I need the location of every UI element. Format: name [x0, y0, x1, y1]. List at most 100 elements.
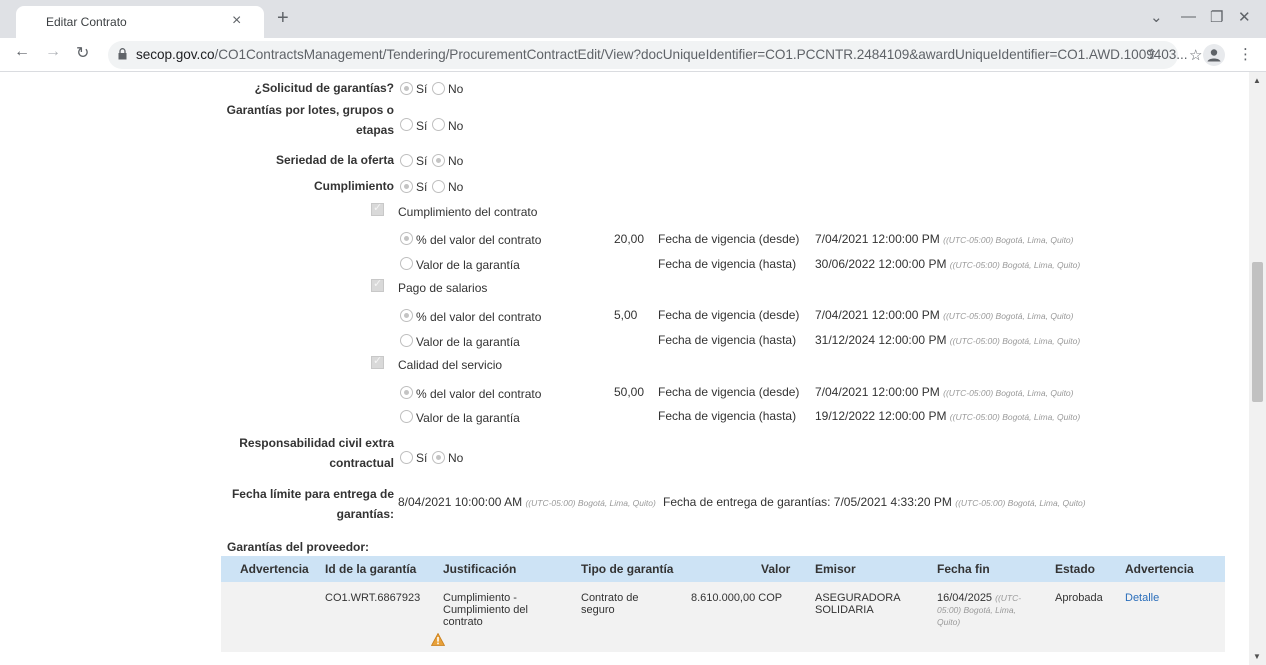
seriedad-no-radio[interactable] — [432, 154, 445, 167]
cumplimiento-no-radio[interactable] — [432, 180, 445, 193]
amparo-checkbox-cumplimiento[interactable] — [371, 201, 384, 216]
percent-value: 20,00 — [614, 232, 645, 246]
amparo-name: Calidad del servicio — [398, 358, 503, 372]
opt-si-label: Sí — [416, 180, 428, 194]
solicitud-no-radio[interactable] — [432, 82, 445, 95]
cumplimiento-si-radio[interactable] — [400, 180, 413, 193]
amparo-checkbox-salarios[interactable] — [371, 277, 384, 292]
pct-radio[interactable] — [400, 309, 413, 322]
garantia-tipo: Contrato de seguro — [581, 592, 639, 616]
cumplimiento-label: Cumplimiento — [314, 179, 394, 193]
col-tipo: Tipo de garantía — [581, 562, 674, 576]
new-tab-icon[interactable]: + — [277, 8, 289, 28]
profile-avatar[interactable] — [1203, 44, 1225, 66]
address-bar[interactable]: secop.gov.co/CO1ContractsManagement/Tend… — [108, 41, 1187, 69]
pct-label: % del valor del contrato — [416, 310, 542, 324]
pct-label: % del valor del contrato — [416, 387, 542, 401]
desde-label: Fecha de vigencia (desde) — [658, 385, 800, 399]
close-icon[interactable]: × — [232, 12, 241, 30]
seriedad-si-radio[interactable] — [400, 154, 413, 167]
amparo-name: Pago de salarios — [398, 281, 488, 295]
responsabilidad-si-radio[interactable] — [400, 451, 413, 464]
percent-value: 50,00 — [614, 385, 645, 399]
garantias-title: Garantías del proveedor: — [227, 540, 370, 554]
forward-icon[interactable]: → — [45, 43, 61, 61]
col-advertencia: Advertencia — [240, 562, 309, 576]
menu-kebab-icon[interactable]: ⋮ — [1238, 45, 1253, 63]
restore-icon[interactable]: ❐ — [1210, 8, 1223, 26]
minimize-icon[interactable]: — — [1181, 8, 1196, 25]
desde-label: Fecha de vigencia (desde) — [658, 308, 800, 322]
solicitud-si-radio[interactable] — [400, 82, 413, 95]
table-row: CO1.WRT.6867923 Cumplimiento - Cumplimie… — [221, 582, 1225, 652]
solicitud-label: ¿Solicitud de garantías? — [254, 81, 394, 95]
url-host: secop.gov.co — [136, 47, 215, 62]
garantia-emisor: ASEGURADORA SOLIDARIA — [815, 592, 901, 616]
page-scrollbar[interactable]: ▲ ▼ — [1249, 72, 1266, 665]
lotes-label-2: etapas — [355, 123, 394, 137]
opt-si-label: Sí — [416, 154, 428, 168]
amparo-checkbox-calidad[interactable] — [371, 354, 384, 369]
valor-radio[interactable] — [400, 410, 413, 423]
garantia-estado: Aprobada — [1055, 592, 1103, 604]
opt-si-label: Sí — [416, 451, 428, 465]
garantia-valor: 8.610.000,00 COP — [691, 592, 783, 604]
tab-strip: Editar Contrato × + ⌄ — ❐ ✕ — [0, 0, 1266, 38]
browser-toolbar: ← → ↻ secop.gov.co/CO1ContractsManagemen… — [0, 38, 1266, 72]
scrollbar-thumb[interactable] — [1252, 262, 1263, 402]
opt-no-label: No — [448, 119, 464, 133]
reload-icon[interactable]: ↻ — [76, 43, 89, 63]
col-id: Id de la garantía — [325, 562, 417, 576]
opt-no-label: No — [448, 451, 464, 465]
hasta-value: 31/12/2024 12:00:00 PM ((UTC-05:00) Bogo… — [815, 333, 1081, 347]
fecha-limite-value: 8/04/2021 10:00:00 AM ((UTC-05:00) Bogot… — [398, 495, 656, 509]
col-valor: Valor — [761, 562, 791, 576]
back-icon[interactable]: ← — [14, 43, 30, 61]
lotes-label-1: Garantías por lotes, grupos o — [226, 103, 394, 117]
opt-si-label: Sí — [416, 82, 428, 96]
opt-si-label: Sí — [416, 119, 428, 133]
hasta-value: 30/06/2022 12:00:00 PM ((UTC-05:00) Bogo… — [815, 257, 1081, 271]
seriedad-label: Seriedad de la oferta — [275, 153, 394, 167]
fecha-limite-label-2: garantías: — [336, 507, 394, 521]
scroll-down-icon[interactable]: ▼ — [1253, 652, 1261, 661]
garantia-id: CO1.WRT.6867923 — [325, 592, 421, 604]
col-fecha-fin: Fecha fin — [937, 562, 990, 576]
opt-no-label: No — [448, 180, 464, 194]
url-path: /CO1ContractsManagement/Tendering/Procur… — [214, 47, 1188, 62]
percent-value: 5,00 — [614, 308, 638, 322]
scroll-up-icon[interactable]: ▲ — [1253, 76, 1261, 85]
garantias-table-header: Advertencia Id de la garantía Justificac… — [221, 556, 1225, 582]
desde-value: 7/04/2021 12:00:00 PM ((UTC-05:00) Bogot… — [815, 308, 1074, 322]
valor-label: Valor de la garantía — [416, 335, 520, 349]
valor-label: Valor de la garantía — [416, 258, 520, 272]
hasta-label: Fecha de vigencia (hasta) — [658, 257, 797, 271]
valor-radio[interactable] — [400, 334, 413, 347]
col-justificacion: Justificación — [443, 562, 517, 576]
window-close-icon[interactable]: ✕ — [1238, 8, 1251, 26]
fecha-limite-label-1: Fecha límite para entrega de — [231, 487, 394, 501]
col-advertencia-2: Advertencia — [1125, 562, 1194, 576]
lotes-no-radio[interactable] — [432, 118, 445, 131]
amparo-name: Cumplimiento del contrato — [398, 205, 538, 219]
responsabilidad-label-2: contractual — [329, 456, 394, 470]
hasta-value: 19/12/2022 12:00:00 PM ((UTC-05:00) Bogo… — [815, 409, 1081, 423]
bookmark-star-icon[interactable]: ☆ — [1189, 46, 1202, 64]
pct-radio[interactable] — [400, 386, 413, 399]
garantia-fecha-fin: 16/04/2025 ((UTC- 05:00) Bogotá, Lima, Q… — [937, 592, 1022, 627]
desde-value: 7/04/2021 12:00:00 PM ((UTC-05:00) Bogot… — [815, 232, 1074, 246]
responsabilidad-label-1: Responsabilidad civil extra — [239, 436, 394, 450]
responsabilidad-no-radio[interactable] — [432, 451, 445, 464]
share-icon[interactable]: ⇪ — [1146, 46, 1158, 63]
hasta-label: Fecha de vigencia (hasta) — [658, 409, 797, 423]
pct-label: % del valor del contrato — [416, 233, 542, 247]
pct-radio[interactable] — [400, 232, 413, 245]
tab-title: Editar Contrato — [46, 15, 127, 29]
tab-search-icon[interactable]: ⌄ — [1150, 8, 1163, 26]
hasta-label: Fecha de vigencia (hasta) — [658, 333, 797, 347]
lotes-si-radio[interactable] — [400, 118, 413, 131]
valor-radio[interactable] — [400, 257, 413, 270]
desde-value: 7/04/2021 12:00:00 PM ((UTC-05:00) Bogot… — [815, 385, 1074, 399]
detalle-link[interactable]: Detalle — [1125, 592, 1159, 604]
tab-editar-contrato[interactable]: Editar Contrato × — [16, 6, 264, 38]
